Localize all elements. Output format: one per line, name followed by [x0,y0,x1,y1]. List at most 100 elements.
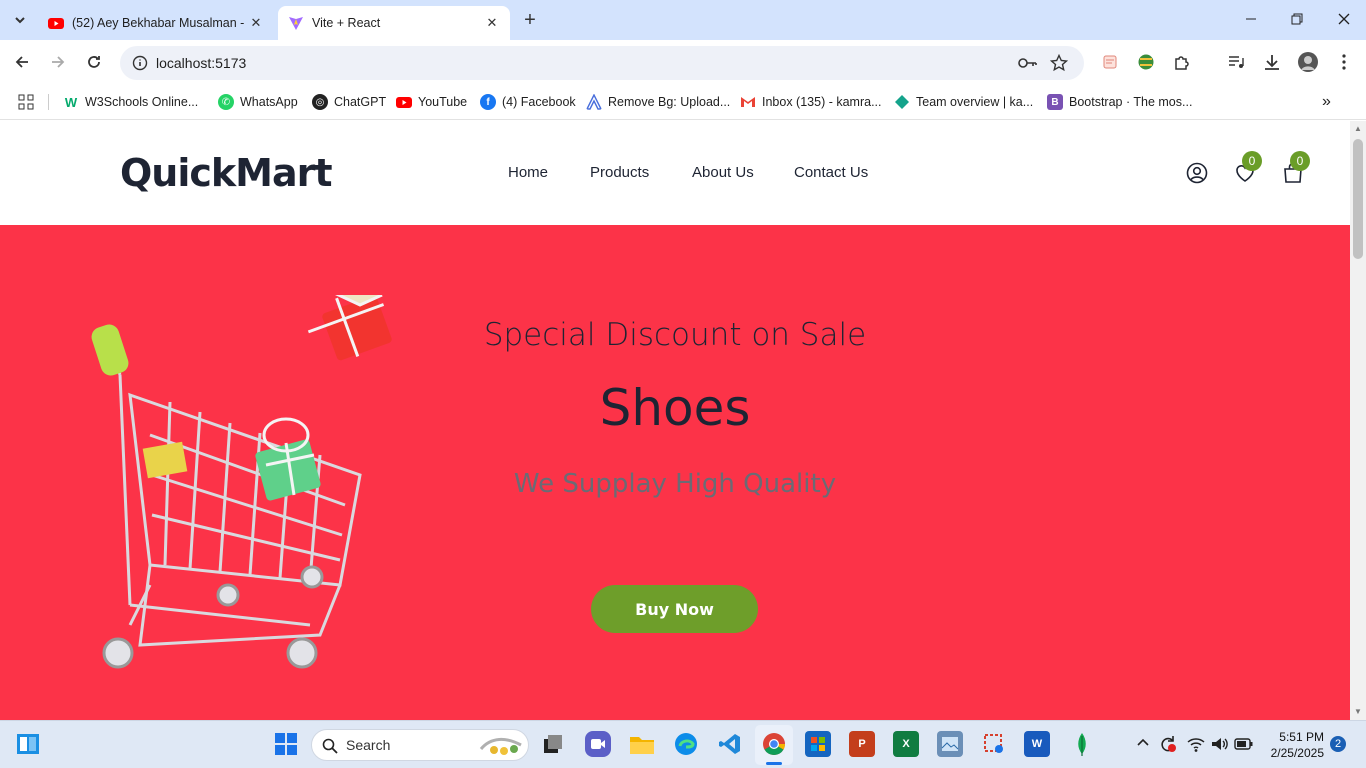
tab-strip: (52) Aey Bekhabar Musalman - ✕ Vite + Re… [0,0,1366,40]
extensions-button[interactable] [1170,50,1194,74]
bookmark-gmail[interactable]: Inbox (135) - kamra... [740,92,882,112]
profile-avatar[interactable] [1296,50,1320,74]
taskbar-search[interactable]: Search [311,729,529,761]
reload-button[interactable] [82,50,106,74]
cart-count-badge: 0 [1290,151,1310,171]
notification-badge[interactable]: 2 [1330,736,1346,752]
chevron-up-icon [1137,738,1149,746]
chevron-down-icon [15,17,25,24]
taskbar-excel[interactable]: X [893,731,919,757]
forward-button[interactable] [46,50,70,74]
taskbar-mongodb[interactable] [1069,731,1095,757]
extension-reader-button[interactable] [1098,50,1122,74]
scissors-icon [984,734,1003,753]
taskbar-chat[interactable] [585,731,611,757]
youtube-icon [48,18,64,29]
wifi-button[interactable] [1186,735,1206,758]
address-bar[interactable]: localhost:5173 [120,46,1084,80]
bookmark-label: YouTube [418,95,468,109]
widgets-button[interactable] [15,731,41,757]
taskbar-store[interactable] [805,731,831,757]
tab-youtube[interactable]: (52) Aey Bekhabar Musalman - ✕ [38,6,274,40]
vite-icon [289,17,303,30]
whatsapp-icon: ✆ [218,94,234,110]
site-header: QuickMart Home Products About Us Contact… [0,121,1350,225]
bookmark-label: Bootstrap · The mos... [1069,95,1193,109]
task-view-icon [544,735,562,753]
bookmark-label: Team overview | ka... [916,95,1034,109]
more-bookmarks-button[interactable]: » [1322,92,1331,112]
minimize-icon [1246,18,1256,20]
apps-button[interactable] [18,92,34,112]
browser-toolbar: localhost:5173 [0,40,1366,84]
nav-contact-us[interactable]: Contact Us [794,164,868,181]
folder-icon [630,737,654,754]
page-scrollbar[interactable]: ▲ ▼ [1350,121,1366,720]
bookmark-label: ChatGPT [334,95,387,109]
nav-home[interactable]: Home [508,164,548,181]
bookmark-whatsapp[interactable]: ✆ WhatsApp [218,92,298,112]
show-hidden-icons-button[interactable] [1136,735,1150,753]
star-icon[interactable] [1050,54,1068,72]
bookmark-w3schools[interactable]: W W3Schools Online... [63,92,198,112]
bookmark-youtube[interactable]: YouTube [396,92,467,112]
restore-button[interactable] [1290,12,1304,26]
battery-icon [1234,738,1253,750]
back-button[interactable] [10,50,34,74]
extension-globe-button[interactable] [1134,50,1158,74]
site-logo[interactable]: QuickMart [120,151,333,195]
clock-time: 5:51 PM [1279,730,1324,744]
scroll-up-arrow[interactable]: ▲ [1354,124,1362,133]
new-tab-button[interactable]: + [520,10,540,30]
taskbar-clock[interactable]: 5:51 PM 2/25/2025 [1260,729,1324,761]
nav-about-us[interactable]: About Us [692,164,754,181]
taskbar-edge[interactable] [673,731,699,757]
volume-button[interactable] [1210,735,1228,758]
bookmark-chatgpt[interactable]: ◎ ChatGPT [312,92,386,112]
clock-date: 2/25/2025 [1270,746,1324,760]
taskbar-powerpoint[interactable]: P [849,731,875,757]
minimize-button[interactable] [1244,12,1258,26]
gmail-icon [741,97,755,107]
taskbar-photos[interactable] [937,731,963,757]
window-close-button[interactable] [1337,12,1351,26]
taskbar-chrome[interactable] [761,731,787,757]
sync-status-button[interactable] [1158,734,1178,759]
bookmark-facebook[interactable]: f (4) Facebook [480,92,576,112]
taskbar-vscode[interactable] [717,731,743,757]
tab-vite-react[interactable]: Vite + React ✕ [278,6,510,40]
buy-now-button[interactable]: Buy Now [591,585,758,633]
close-icon[interactable]: ✕ [248,15,264,31]
start-button[interactable] [273,731,299,757]
site-info-icon[interactable] [132,55,148,71]
tab-title: Vite + React [312,16,381,30]
reload-icon [88,56,100,68]
w3schools-icon: W [63,94,79,110]
taskbar-snipping-tool[interactable] [981,731,1007,757]
account-button[interactable] [1185,161,1209,185]
team-icon [895,95,909,109]
taskbar-file-explorer[interactable] [629,731,655,757]
bookmark-bootstrap[interactable]: B Bootstrap · The mos... [1047,92,1192,112]
scrollbar-thumb[interactable] [1353,139,1363,259]
nav-products[interactable]: Products [590,164,649,181]
battery-button[interactable] [1234,737,1254,756]
key-icon[interactable] [1018,55,1038,71]
download-icon [1265,55,1279,70]
widgets-icon [17,734,39,754]
media-control-button[interactable] [1224,50,1248,74]
taskbar-word[interactable]: W [1024,731,1050,757]
bookmark-team[interactable]: Team overview | ka... [894,92,1033,112]
scroll-down-arrow[interactable]: ▼ [1354,707,1362,716]
double-chevron-right-icon: » [1322,93,1331,110]
tab-search-button[interactable] [8,8,32,32]
taskbar-task-view[interactable] [540,731,566,757]
downloads-button[interactable] [1260,50,1284,74]
close-icon[interactable]: ✕ [484,15,500,31]
youtube-icon [396,97,412,108]
browser-menu-button[interactable] [1332,50,1356,74]
hero-tagline: We Supplay High Quality [513,469,837,499]
speaker-icon [1212,738,1228,750]
taskbar: Search P X W 5:51 PM 2/25/2025 2 [0,720,1366,768]
bookmark-removebg[interactable]: Remove Bg: Upload... [586,92,730,112]
